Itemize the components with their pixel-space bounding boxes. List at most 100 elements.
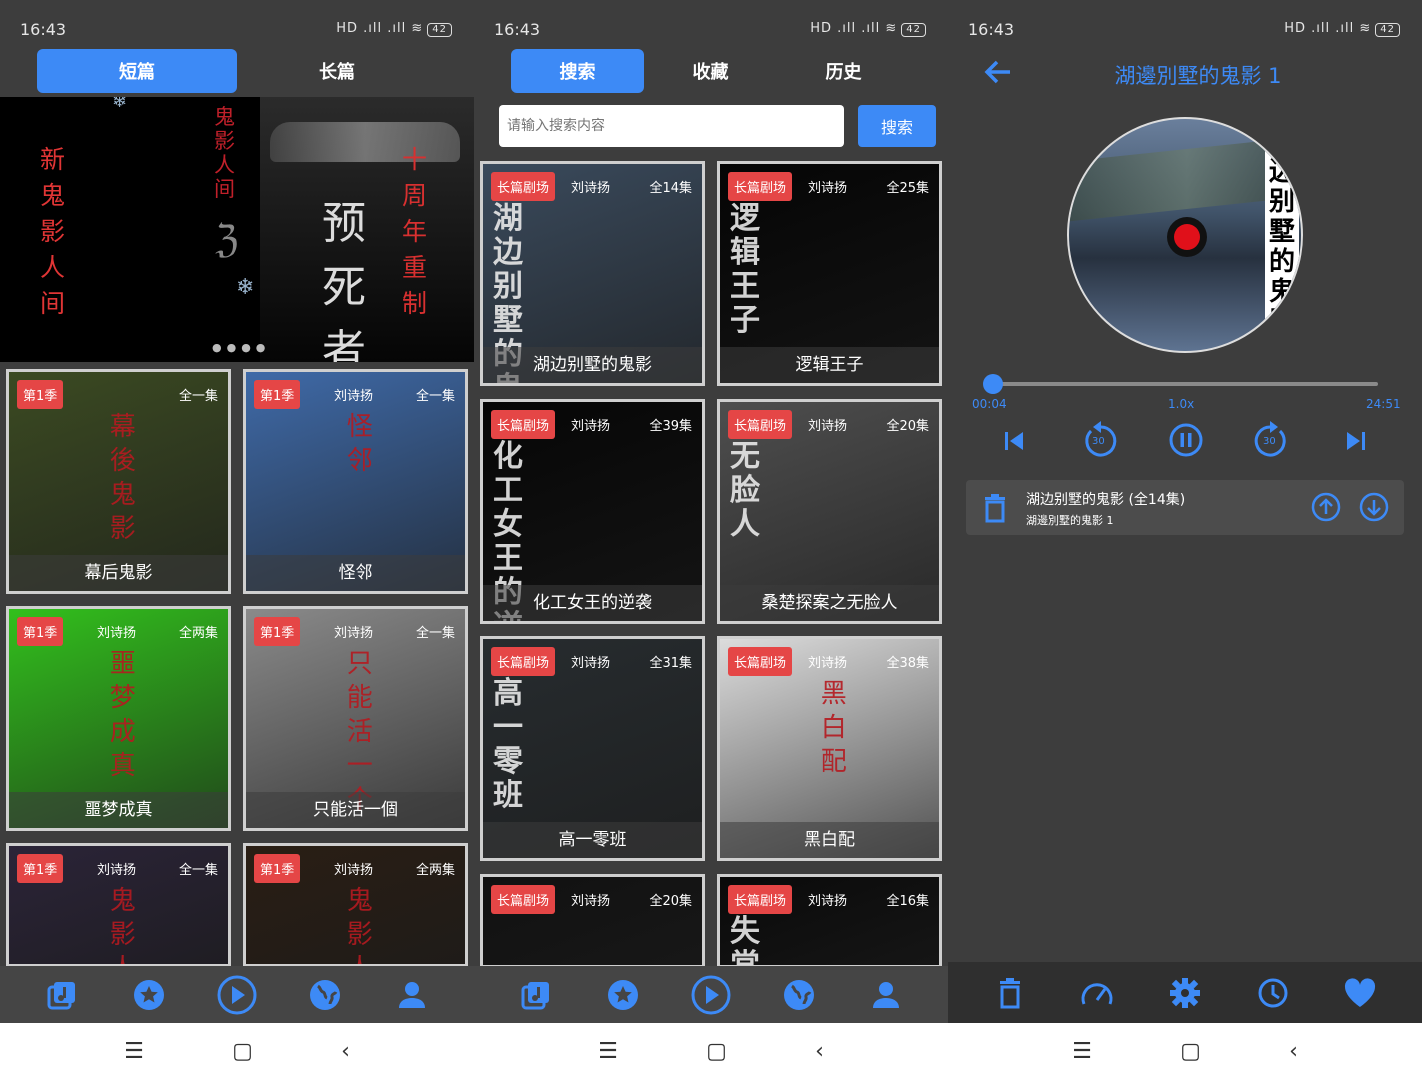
card-cover-text: 无脸人 [730,439,760,542]
long-card[interactable]: 化工女王的逆袭长篇剧场刘诗扬全39集化工女王的逆袭 [480,399,705,624]
banner-carousel[interactable]: 新鬼影人间 鬼影人间 ℨ 十周年重制 预死者 ●●●● ❄ ❄ [0,97,474,362]
forward-30-icon[interactable]: 30 [1250,420,1290,460]
long-card[interactable]: 长篇剧场 刘诗扬 全20集 [480,874,705,968]
nav-library-icon[interactable] [516,975,556,1015]
card-cover-text: 怪邻 [346,412,373,476]
speed-gauge-icon[interactable] [1077,973,1117,1013]
episode-count: 全25集 [886,181,929,196]
prev-track-icon[interactable] [1000,427,1028,459]
speed-label[interactable]: 1.0x [1168,397,1194,411]
sys-menu-icon[interactable]: ☰ [124,1039,144,1064]
progress-track[interactable] [983,374,1378,394]
author-label: 刘诗扬 [808,419,848,434]
long-card[interactable]: 失常 长篇剧场 刘诗扬 全16集 [717,874,942,968]
banner-right-sub: 预死者 [322,198,366,362]
forward-30-label: 30 [1263,436,1276,447]
queue-item[interactable]: 湖边别墅的鬼影 (全14集) 湖邊別墅的鬼影 1 [966,480,1404,535]
genre-badge: 长篇剧场 [491,885,556,914]
next-track-icon[interactable] [1342,427,1370,459]
nav-profile-icon[interactable] [866,975,906,1015]
timer-clock-icon[interactable] [1253,973,1293,1013]
nav-play-icon[interactable] [691,975,731,1015]
short-card[interactable]: 幕後鬼影 第1季 全一集 幕后鬼影 [6,369,231,594]
episode-count: 全20集 [649,894,692,909]
battery-icon: 42 [901,23,926,37]
bottom-nav [0,966,474,1023]
card-title: 化工女王的逆袭 [483,585,702,621]
short-card[interactable]: 噩梦成真 第1季 刘诗扬 全两集 噩梦成真 [6,606,231,831]
search-input[interactable] [499,105,844,147]
short-card[interactable]: 鬼影人间 第1季 刘诗扬 全一集 [6,843,231,967]
player-title: 湖邊別墅的鬼影 1 [1114,64,1282,88]
move-down-icon[interactable] [1359,492,1389,526]
tab-favorites[interactable]: 收藏 [644,49,777,93]
long-card[interactable]: 逻辑王子 长篇剧场 刘诗扬 全25集 逻辑王子 [717,161,942,386]
sys-home-icon[interactable]: ▢ [1180,1039,1201,1064]
episode-count: 全38集 [886,656,929,671]
sys-back-icon[interactable]: ‹ [815,1039,824,1064]
settings-gear-icon[interactable] [1165,973,1205,1013]
episode-count: 全14集 [649,181,692,196]
card-cover-text: 鬼影人间 [346,886,373,964]
card-cover-text: 噩梦成真 [109,649,136,781]
panel-search: 16:43 HD .ıll .ıll ≋42 搜索 收藏 历史 搜索 湖边别墅的… [474,0,948,1080]
nav-library-icon[interactable] [42,975,82,1015]
status-time: 16:43 [494,20,541,39]
status-time: 16:43 [968,20,1015,39]
search-button[interactable]: 搜索 [858,105,936,147]
rewind-30-icon[interactable]: 30 [1081,420,1121,460]
card-cover-text: 失常 [730,914,760,968]
battery-icon: 42 [1375,23,1400,37]
nav-profile-icon[interactable] [392,975,432,1015]
sys-menu-icon[interactable]: ☰ [598,1039,618,1064]
signal-icon: HD .ıll .ıll ≋ [1284,21,1372,36]
time-current: 00:04 [972,397,1007,411]
sys-home-icon[interactable]: ▢ [232,1039,253,1064]
tab-history[interactable]: 历史 [777,49,910,93]
short-card[interactable]: 鬼影人间 第1季 刘诗扬 全两集 [243,843,468,967]
nav-favorite-icon[interactable] [603,975,643,1015]
sys-menu-icon[interactable]: ☰ [1072,1039,1092,1064]
system-nav: ☰ ▢ ‹ [0,1023,474,1080]
tab-search[interactable]: 搜索 [511,49,644,93]
clear-list-icon[interactable] [990,973,1030,1013]
move-up-icon[interactable] [1311,492,1341,526]
episode-count: 全两集 [178,626,218,641]
snowflake-icon: ❄ [112,97,128,112]
card-title: 高一零班 [483,822,702,858]
episode-count: 全20集 [886,419,929,434]
sys-back-icon[interactable]: ‹ [341,1039,350,1064]
long-card[interactable]: 湖边别墅的鬼影长篇剧场刘诗扬全14集湖边别墅的鬼影 [480,161,705,386]
queue-delete-icon[interactable] [982,493,1008,527]
nav-favorite-icon[interactable] [129,975,169,1015]
nav-globe-icon[interactable] [305,975,345,1015]
disc-text: 湖边别墅的鬼影 [1265,127,1299,351]
season-badge: 第1季 [254,617,301,646]
pause-icon[interactable] [1168,422,1204,462]
card-cover-text: 逻辑王子 [730,201,760,338]
season-badge: 第1季 [17,854,64,883]
rewind-30-label: 30 [1092,436,1105,447]
sys-back-icon[interactable]: ‹ [1289,1039,1298,1064]
tab-long[interactable]: 长篇 [237,49,437,93]
signal-icon: HD .ıll .ıll ≋ [336,21,424,36]
nav-globe-icon[interactable] [779,975,819,1015]
long-card[interactable]: 无脸人 长篇剧场 刘诗扬 全20集 桑楚探案之无脸人 [717,399,942,624]
card-title: 黑白配 [720,822,939,858]
genre-badge: 长篇剧场 [491,410,556,439]
card-cover-text: 鬼影人间 [109,886,136,964]
banner-right-title: 十周年重制 [402,145,428,318]
short-card[interactable]: 只能活一个第1季刘诗扬全一集只能活一個 [243,606,468,831]
tab-short[interactable]: 短篇 [37,49,237,93]
progress-knob[interactable] [983,374,1004,394]
sys-home-icon[interactable]: ▢ [706,1039,727,1064]
banner-dots: ●●●● [212,341,271,354]
favorite-heart-icon[interactable] [1340,973,1380,1013]
short-card[interactable]: 怪邻 第1季 刘诗扬 全一集 怪邻 [243,369,468,594]
nav-play-icon[interactable] [217,975,257,1015]
card-cover-text: 幕後鬼影 [109,412,136,544]
author-label: 刘诗扬 [97,863,137,878]
long-card[interactable]: 高一零班 长篇剧场 刘诗扬 全31集 高一零班 [480,636,705,861]
long-card[interactable]: 黑白配 长篇剧场 刘诗扬 全38集 黑白配 [717,636,942,861]
back-arrow-icon[interactable] [982,56,1014,92]
